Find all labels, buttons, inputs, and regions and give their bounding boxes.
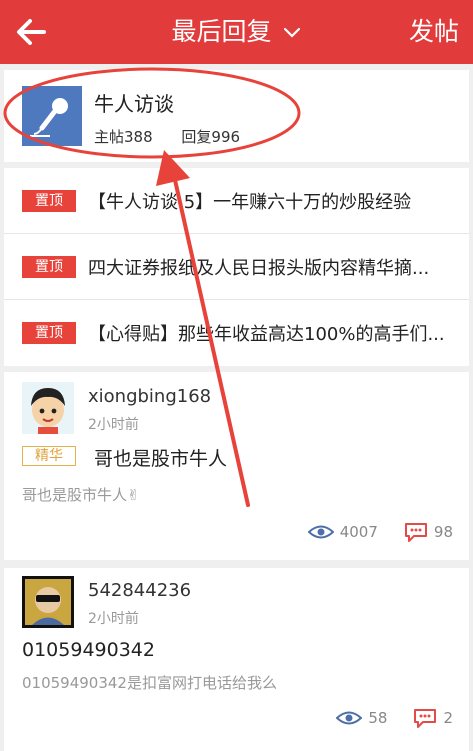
post-stats: 58 2 [310,708,453,728]
pinned-list: 置顶 【牛人访谈.5】一年赚六十万的炒股经验 置顶 四大证券报纸及人民日报头版内… [4,168,469,366]
pinned-badge: 置顶 [22,256,76,278]
post-username[interactable]: 542844236 [88,580,191,601]
pinned-item[interactable]: 置顶 四大证券报纸及人民日报头版内容精华摘... [4,234,469,300]
pinned-title: 【牛人访谈.5】一年赚六十万的炒股经验 [88,192,412,213]
pinned-item[interactable]: 置顶 【心得贴】那些年收益高达100%的高手们... [4,300,469,366]
comment-icon [414,709,437,728]
forum-name: 牛人访谈 [94,92,174,116]
post-time: 2小时前 [88,417,139,433]
cartoon-boy-avatar-icon [22,382,74,434]
post-stats: 4007 98 [282,522,453,542]
view-count: 58 [336,709,387,727]
post-time: 2小时前 [88,611,139,627]
post-item[interactable]: xiongbing168 2小时前 精华 哥也是股市牛人 哥也是股市牛人✌ 40… [4,372,469,560]
post-title: 01059490342 [22,639,155,661]
top-bar: 最后回复 发帖 [0,0,473,64]
new-post-button[interactable]: 发帖 [409,14,459,50]
pinned-item[interactable]: 置顶 【牛人访谈.5】一年赚六十万的炒股经验 [4,168,469,234]
post-username[interactable]: xiongbing168 [88,386,211,407]
chevron-down-icon [284,27,301,38]
comment-count[interactable]: 98 [404,522,453,542]
pinned-badge: 置顶 [22,190,76,212]
comment-count-value: 2 [443,709,453,727]
forum-post-count: 主帖388 [94,128,153,146]
eye-icon [336,711,363,725]
pinned-title: 四大证券报纸及人民日报头版内容精华摘... [88,258,430,279]
comment-icon [404,523,427,542]
avatar[interactable] [22,382,74,434]
sort-dropdown[interactable]: 最后回复 [0,14,473,50]
post-item[interactable]: 542844236 2小时前 01059490342 01059490342是扣… [4,568,469,751]
comment-count[interactable]: 2 [413,708,453,728]
post-title: 哥也是股市牛人 [94,448,228,470]
featured-tag: 精华 [22,446,76,466]
forum-avatar [22,86,82,146]
view-count-value: 58 [368,709,388,727]
user-photo-avatar-icon [22,576,74,628]
pinned-title: 【心得贴】那些年收益高达100%的高手们... [88,324,445,345]
forum-reply-count: 回复996 [181,128,241,146]
microphone-icon [22,86,82,146]
view-count-value: 4007 [339,523,378,541]
eye-icon [307,525,334,539]
comment-count-value: 98 [433,523,453,541]
post-summary: 哥也是股市牛人✌ [22,486,140,504]
post-summary: 01059490342是扣富网打电话给我么 [22,674,277,692]
page-title: 最后回复 [171,17,272,46]
forum-info-card[interactable]: 牛人访谈 主帖388 回复996 [4,70,469,162]
avatar[interactable] [22,576,74,628]
forum-stats: 主帖388 回复996 [94,126,264,147]
pinned-badge: 置顶 [22,322,76,344]
view-count: 4007 [307,523,378,541]
